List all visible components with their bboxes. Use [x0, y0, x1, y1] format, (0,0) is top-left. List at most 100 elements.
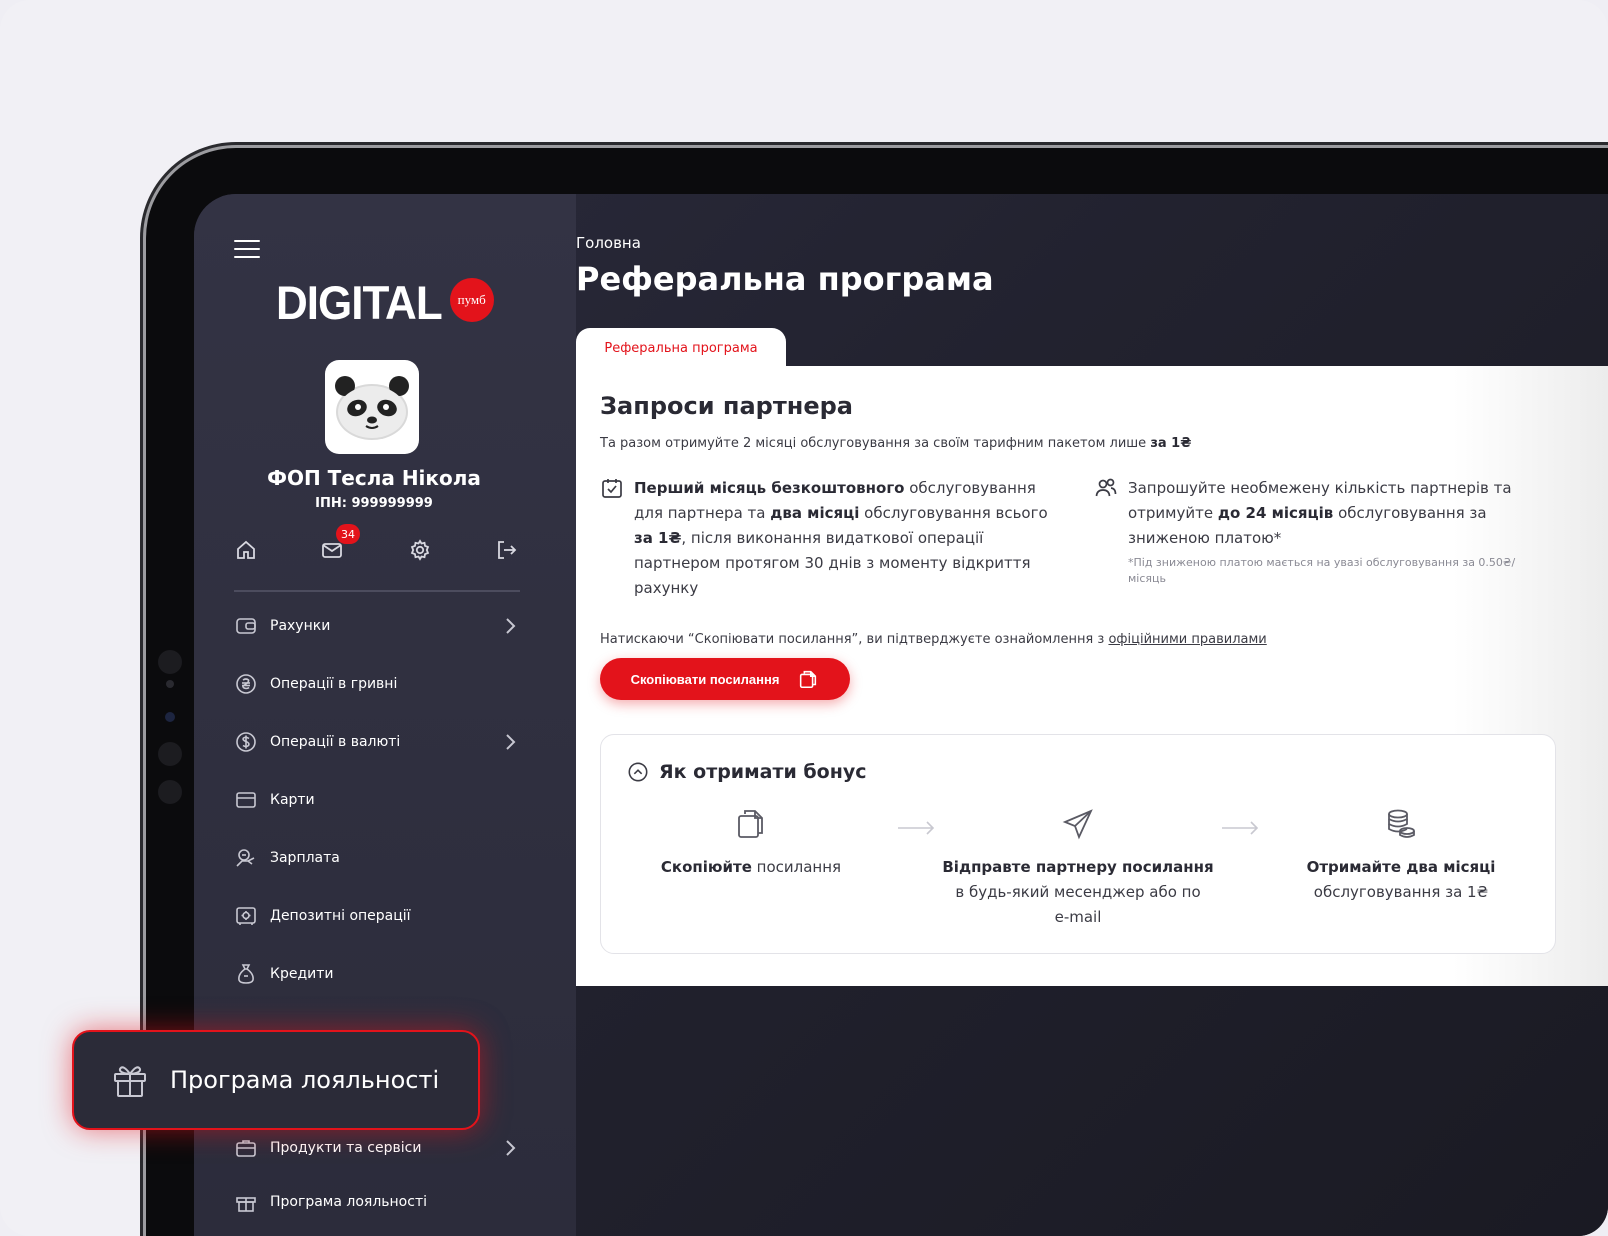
benefit-first-month: Перший місяць безкоштовного обслуговуван…: [600, 476, 1060, 601]
safe-icon: [234, 904, 258, 928]
loyalty-program-label: Програма лояльності: [170, 1066, 440, 1094]
benefit-text: , після виконання видаткової операції па…: [634, 529, 1031, 597]
bonus-step-rest: e-mail: [1054, 908, 1102, 926]
logo-badge: пумб: [449, 278, 494, 322]
sidebar-item-label: Операції в гривні: [270, 676, 398, 692]
benefit-text-bold: за 1₴: [634, 529, 682, 547]
copy-link-button[interactable]: Скопіювати посилання: [600, 658, 850, 700]
chevron-up-circle-icon: [628, 762, 648, 782]
gift-icon: [114, 1066, 146, 1097]
sidebar-item-label: Рахунки: [270, 618, 331, 634]
benefit-text-bold: до 24 місяців: [1217, 504, 1334, 522]
bonus-step-rest: в будь-який месенджер або по: [955, 883, 1201, 901]
sidebar-item-label: Зарплата: [270, 850, 340, 866]
arrow-right-icon: [898, 821, 935, 835]
official-rules-link[interactable]: офіційними правилами: [1108, 632, 1266, 647]
page-title: Реферальна програма: [576, 260, 994, 298]
benefit-first-month-text: Перший місяць безкоштовного обслуговуван…: [634, 476, 1060, 601]
bonus-step-send: Відправте партнеру посилання в будь-який…: [941, 807, 1215, 930]
benefit-unlimited-body: Запрошуйте необмежену кількість партнері…: [1128, 476, 1524, 587]
dollar-icon: [234, 730, 258, 754]
subtitle-price: за 1₴: [1150, 436, 1192, 451]
card-subtitle: Та разом отримуйте 2 місяці обслуговуван…: [600, 436, 1191, 451]
sidebar-item-loyalty[interactable]: Програма лояльності: [234, 1182, 524, 1222]
benefit-footnote: *Під зниженою платою мається на увазі об…: [1128, 556, 1516, 585]
user-inn: ІПН: 999999999: [315, 496, 433, 511]
coins-stack-icon: [1388, 809, 1415, 838]
benefit-text-bold: Перший місяць безкоштовного: [634, 479, 905, 497]
gift-icon: [234, 1190, 258, 1214]
how-to-get-bonus: Як отримати бонус Скопіюйте посилання Ві…: [600, 734, 1556, 954]
bonus-step-bold: Скопіюйте: [660, 858, 752, 876]
referral-card: Запроси партнера Та разом отримуйте 2 мі…: [576, 366, 1608, 986]
bonus-step-rest: посилання: [751, 858, 842, 876]
benefit-text: обслуговування всього: [859, 504, 1048, 522]
calendar-check-icon: [600, 476, 624, 500]
logo-text: DIGITAL: [276, 277, 443, 330]
user-name: ФОП Тесла Нікола: [267, 466, 481, 490]
home-icon[interactable]: [234, 538, 260, 564]
sidebar-item-label: Карти: [270, 792, 315, 808]
sidebar-item-label: Продукти та сервіси: [270, 1140, 422, 1156]
settings-gear-icon[interactable]: [408, 538, 434, 564]
benefit-unlimited-partners: Запрошуйте необмежену кількість партнері…: [1094, 476, 1524, 587]
wallet-icon: [234, 614, 258, 638]
background-card: DIGITAL пумб ФОП Тесла Нікола ІПН: 99999…: [0, 0, 1608, 1236]
main-content: Головна Реферальна програма Реферальна п…: [576, 194, 1608, 1236]
bonus-accordion-header[interactable]: Як отримати бонус: [627, 761, 867, 783]
copy-icon: [800, 670, 817, 689]
hryvnia-icon: [234, 672, 258, 696]
chevron-right-icon: [506, 618, 516, 634]
bonus-step-text: Скопіюйте посилання: [641, 855, 861, 880]
sidebar-item-label: Операції в валюті: [270, 734, 401, 750]
consent-text: Натискаючи “Скопіювати посилання”, ви пі…: [600, 632, 1267, 647]
bonus-step-bold: Відправте партнеру посилання: [942, 858, 1214, 876]
sidebar-item-label: Програма лояльності: [270, 1194, 427, 1210]
card-title: Запроси партнера: [600, 392, 853, 420]
breadcrumb[interactable]: Головна: [576, 234, 641, 252]
salary-icon: [234, 846, 258, 870]
subtitle-text: Та разом отримуйте 2 місяці обслуговуван…: [600, 436, 1147, 451]
copy-link-label: Скопіювати посилання: [630, 671, 780, 687]
tab-referral-program[interactable]: Реферальна програма: [576, 328, 786, 368]
avatar[interactable]: [325, 360, 419, 454]
chevron-right-icon: [506, 1140, 516, 1156]
sidebar-divider: [234, 590, 520, 592]
benefit-text-bold: два місяці: [770, 504, 860, 522]
messages-count-badge: 34: [336, 524, 360, 544]
copy-document-icon: [738, 810, 763, 838]
mail-icon[interactable]: 34: [320, 524, 360, 564]
app-logo: DIGITAL пумб: [276, 277, 494, 330]
users-icon: [1094, 476, 1118, 500]
paper-plane-icon: [1062, 809, 1093, 840]
loyalty-program-highlight[interactable]: Програма лояльності: [72, 1030, 480, 1130]
arrow-right-icon: [1222, 821, 1259, 835]
bonus-title: Як отримати бонус: [659, 761, 867, 783]
benefit-unlimited-text: Запрошуйте необмежену кількість партнері…: [1128, 476, 1524, 551]
chevron-right-icon: [506, 734, 516, 750]
sidebar-item-label: Кредити: [270, 966, 334, 982]
quick-actions: 34: [234, 524, 524, 568]
hamburger-menu-icon[interactable]: [234, 240, 260, 258]
bonus-step-text: Отримайте два місяці: [1285, 855, 1517, 880]
card-icon: [234, 788, 258, 812]
sidebar-item-uah-operations[interactable]: Операції в гривні: [234, 664, 524, 704]
sidebar-item-products[interactable]: Продукти та сервіси: [234, 1128, 524, 1168]
bonus-step-bold: Отримайте два місяці: [1306, 858, 1496, 876]
briefcase-icon: [234, 1136, 258, 1160]
bonus-step-copy: Скопіюйте посилання: [641, 807, 861, 880]
panda-avatar-icon: [335, 376, 409, 440]
bonus-step-text: Відправте партнеру посилання: [941, 855, 1215, 880]
bonus-step-receive: Отримайте два місяці обслуговування за 1…: [1285, 807, 1517, 905]
logout-icon[interactable]: [494, 538, 520, 564]
sidebar-item-fx-operations[interactable]: Операції в валюті: [234, 722, 524, 762]
sidebar-item-accounts[interactable]: Рахунки: [234, 606, 524, 646]
sidebar-item-deposits[interactable]: Депозитні операції: [234, 896, 524, 936]
sidebar-item-credits[interactable]: Кредити: [234, 954, 524, 994]
sidebar-item-label: Депозитні операції: [270, 908, 411, 924]
consent-label: Натискаючи “Скопіювати посилання”, ви пі…: [600, 632, 1105, 647]
money-bag-icon: [234, 962, 258, 986]
sidebar-item-salary[interactable]: Зарплата: [234, 838, 524, 878]
sidebar-item-cards[interactable]: Карти: [234, 780, 524, 820]
bonus-step-rest: обслуговування за 1₴: [1313, 883, 1489, 901]
